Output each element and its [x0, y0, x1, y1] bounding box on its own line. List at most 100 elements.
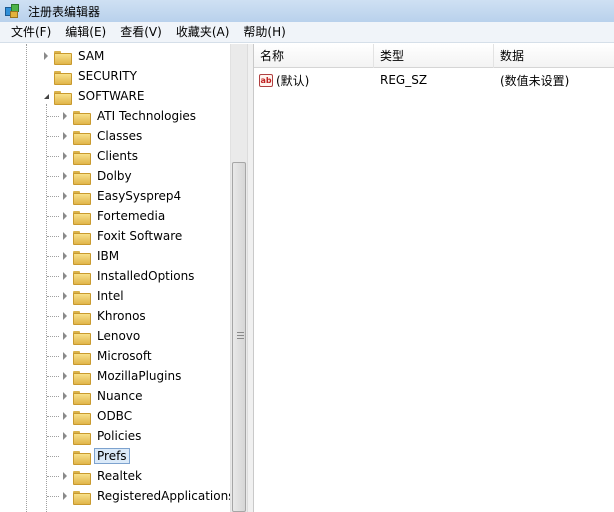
list-item[interactable]: ab (默认) REG_SZ (数值未设置) — [254, 70, 614, 90]
folder-icon — [73, 470, 91, 485]
tree-item-khronos[interactable]: Khronos — [59, 306, 149, 326]
tree-item-label: Khronos — [97, 309, 146, 323]
tree-item-label: SOFTWARE — [78, 89, 145, 103]
tree-item-easysysprep4[interactable]: EasySysprep4 — [59, 186, 184, 206]
folder-icon — [73, 290, 91, 305]
tree-item-policies[interactable]: Policies — [59, 426, 144, 446]
tree-item-label: EasySysprep4 — [97, 189, 182, 203]
expand-arrow-icon[interactable] — [59, 346, 71, 366]
tree-item-intel[interactable]: Intel — [59, 286, 127, 306]
tree-item-classes[interactable]: Classes — [59, 126, 145, 146]
expand-arrow-icon[interactable] — [59, 366, 71, 386]
tree-item-ibm[interactable]: IBM — [59, 246, 122, 266]
tree-item-label: Lenovo — [97, 329, 141, 343]
folder-icon — [73, 150, 91, 165]
expand-arrow-icon[interactable] — [59, 146, 71, 166]
folder-icon — [73, 450, 91, 465]
regedit-app-icon — [4, 3, 20, 19]
tree-item-label: Classes — [97, 129, 143, 143]
tree-item-ati-technologies[interactable]: ATI Technologies — [59, 106, 199, 126]
expand-arrow-icon[interactable] — [59, 326, 71, 346]
folder-icon — [73, 330, 91, 345]
tree-item-label: InstalledOptions — [97, 269, 195, 283]
tree-item-nuance[interactable]: Nuance — [59, 386, 146, 406]
folder-icon — [54, 50, 72, 65]
folder-icon — [73, 110, 91, 125]
menu-edit[interactable]: 编辑(E) — [58, 22, 113, 43]
expand-arrow-icon[interactable] — [59, 266, 71, 286]
folder-icon — [73, 130, 91, 145]
value-name: (默认) — [276, 73, 310, 88]
expand-arrow-icon[interactable] — [59, 186, 71, 206]
tree-item-label: Dolby — [97, 169, 132, 183]
tree-item-label: Nuance — [97, 389, 143, 403]
tree-item-fortemedia[interactable]: Fortemedia — [59, 206, 168, 226]
title-bar: 注册表编辑器 — [0, 0, 614, 22]
tree-item-foxit-software[interactable]: Foxit Software — [59, 226, 185, 246]
window-title: 注册表编辑器 — [28, 4, 101, 19]
folder-icon — [73, 390, 91, 405]
tree-item-installedoptions[interactable]: InstalledOptions — [59, 266, 197, 286]
folder-icon — [73, 350, 91, 365]
column-header-data[interactable]: 数据 — [494, 44, 614, 68]
tree-item-label: MozillaPlugins — [97, 369, 182, 383]
expand-arrow-icon[interactable] — [59, 206, 71, 226]
expand-arrow-icon[interactable] — [59, 126, 71, 146]
expand-arrow-icon[interactable] — [59, 106, 71, 126]
expand-arrow-icon[interactable] — [59, 226, 71, 246]
menu-view[interactable]: 查看(V) — [113, 22, 169, 43]
folder-icon — [73, 190, 91, 205]
expand-arrow-icon[interactable] — [59, 466, 71, 486]
tree-item-label: Prefs — [94, 448, 130, 464]
tree-item-mozillaplugins[interactable]: MozillaPlugins — [59, 366, 184, 386]
tree-item-label: ATI Technologies — [97, 109, 197, 123]
tree-item-lenovo[interactable]: Lenovo — [59, 326, 143, 346]
tree-item-registeredapplications[interactable]: RegisteredApplications — [59, 486, 237, 506]
menu-favorites[interactable]: 收藏夹(A) — [169, 22, 237, 43]
tree-item-security[interactable]: SECURITY — [40, 66, 140, 86]
folder-icon — [73, 250, 91, 265]
tree-item-label: Clients — [97, 149, 138, 163]
tree-item-label: SAM — [78, 49, 105, 63]
menu-help[interactable]: 帮助(H) — [236, 22, 292, 43]
expand-arrow-icon[interactable] — [59, 406, 71, 426]
folder-icon — [73, 310, 91, 325]
folder-icon — [73, 270, 91, 285]
values-list[interactable]: 名称 类型 数据 ab (默认) REG_SZ (数值未设置) — [254, 44, 614, 512]
folder-icon — [54, 70, 72, 85]
expand-arrow-icon[interactable] — [59, 286, 71, 306]
tree-item-odbc[interactable]: ODBC — [59, 406, 135, 426]
tree-item-label: Microsoft — [97, 349, 152, 363]
collapse-arrow-icon[interactable] — [40, 86, 52, 106]
expand-arrow-icon[interactable] — [59, 486, 71, 506]
value-type: REG_SZ — [380, 73, 428, 87]
ab-string-icon: ab — [259, 73, 273, 87]
menu-file[interactable]: 文件(F) — [0, 22, 58, 43]
tree-item-microsoft[interactable]: Microsoft — [59, 346, 155, 366]
registry-tree[interactable]: SAM SECURITY SOFTWARE ATI Technologies Cl… — [0, 44, 246, 512]
tree-item-label: Policies — [97, 429, 142, 443]
pane-splitter[interactable] — [247, 44, 254, 512]
tree-item-dolby[interactable]: Dolby — [59, 166, 135, 186]
tree-item-sam[interactable]: SAM — [40, 46, 107, 66]
tree-item-clients[interactable]: Clients — [59, 146, 141, 166]
tree-item-realtek[interactable]: Realtek — [59, 466, 145, 486]
expand-arrow-icon[interactable] — [59, 166, 71, 186]
tree-vertical-scrollbar[interactable] — [230, 44, 247, 512]
expand-arrow-icon[interactable] — [59, 426, 71, 446]
tree-item-label: Fortemedia — [97, 209, 166, 223]
expand-arrow-icon[interactable] — [59, 246, 71, 266]
tree-item-label: IBM — [97, 249, 120, 263]
tree-item-label: SECURITY — [78, 69, 137, 83]
scrollbar-thumb[interactable] — [232, 162, 246, 512]
folder-icon — [73, 370, 91, 385]
folder-icon — [73, 230, 91, 245]
expand-arrow-icon[interactable] — [59, 306, 71, 326]
tree-item-prefs[interactable]: Prefs — [59, 446, 130, 466]
expand-arrow-icon[interactable] — [59, 386, 71, 406]
tree-item-software[interactable]: SOFTWARE — [40, 86, 147, 106]
column-header-name[interactable]: 名称 — [254, 44, 374, 68]
expand-arrow-icon[interactable] — [40, 46, 52, 66]
column-header-type[interactable]: 类型 — [374, 44, 494, 68]
